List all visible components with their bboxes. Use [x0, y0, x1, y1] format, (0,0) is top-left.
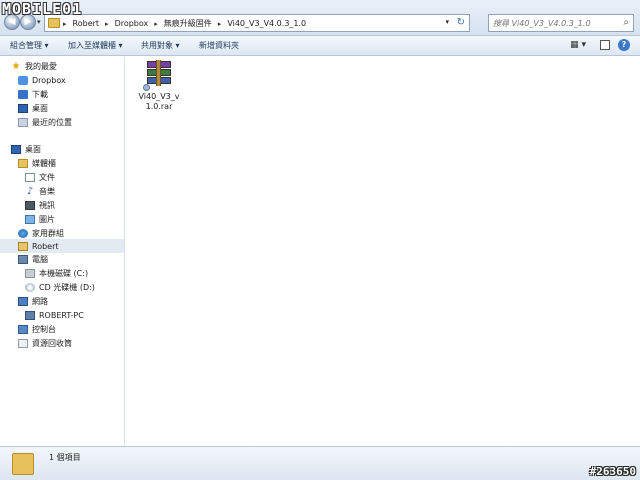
sidebar-item-music[interactable]: ♪ 音樂 — [25, 185, 55, 198]
breadcrumb-separator[interactable]: ▸ — [105, 20, 109, 28]
video-icon — [25, 201, 35, 210]
file-list-area[interactable]: Vi40_V3_v1.0.rar — [126, 57, 640, 446]
item-count: 1 個項目 — [49, 453, 81, 462]
sync-status-icon — [143, 84, 150, 91]
file-item[interactable]: Vi40_V3_v1.0.rar — [136, 60, 182, 116]
sidebar-item-documents[interactable]: 文件 — [25, 171, 55, 184]
document-icon — [25, 173, 35, 182]
sidebar-item-network[interactable]: 網路 — [18, 295, 48, 308]
control-panel-icon — [18, 325, 28, 334]
sidebar-item-label: Dropbox — [32, 76, 66, 85]
sidebar-item-label: 圖片 — [39, 215, 55, 224]
download-icon — [18, 90, 28, 99]
computer-icon — [18, 255, 28, 264]
breadcrumb-separator[interactable]: ▸ — [218, 20, 222, 28]
network-icon — [18, 297, 28, 306]
sidebar-item-robert-pc[interactable]: ROBERT-PC — [25, 309, 84, 322]
sidebar-item-label: 資源回收筒 — [32, 339, 72, 348]
homegroup-icon — [18, 229, 28, 238]
sidebar-item-label: ROBERT-PC — [39, 311, 84, 320]
help-icon[interactable]: ? — [618, 39, 630, 51]
folder-icon — [12, 453, 34, 475]
sidebar-item-recycle-bin[interactable]: 資源回收筒 — [18, 337, 72, 350]
sidebar-item-favorites[interactable]: ★ 我的最愛 — [11, 60, 57, 73]
drive-icon — [25, 269, 35, 278]
sidebar-item-downloads[interactable]: 下載 — [18, 88, 48, 101]
organize-button[interactable]: 組合管理 ▾ — [10, 40, 49, 51]
change-view-icon[interactable]: ▦ ▾ — [570, 40, 586, 50]
recycle-bin-icon — [18, 339, 28, 348]
winrar-archive-icon — [143, 60, 172, 91]
library-icon — [18, 159, 28, 168]
recent-pages-dropdown[interactable]: ▾ — [37, 18, 41, 26]
sidebar-item-desktop[interactable]: 桌面 — [18, 102, 48, 115]
sidebar-item-label: 下載 — [32, 90, 48, 99]
sidebar-item-label: 家用群組 — [32, 229, 64, 238]
new-folder-button[interactable]: 新增資料夾 — [199, 40, 239, 51]
recent-places-icon — [18, 118, 28, 127]
sidebar-item-label: 電腦 — [32, 255, 48, 264]
sidebar-item-label: 網路 — [32, 297, 48, 306]
sidebar-item-local-disk-c[interactable]: 本機磁碟 (C:) — [25, 267, 88, 280]
address-box[interactable]: ▸ Robert ▸ Dropbox ▸ 無痕升級固件 ▸ Vi40_V3_V4… — [44, 14, 470, 32]
dropbox-icon — [18, 76, 28, 85]
sidebar-item-label: 桌面 — [25, 145, 41, 154]
sidebar-item-robert[interactable]: Robert — [0, 239, 124, 253]
sidebar-item-label: 文件 — [39, 173, 55, 182]
desktop-icon — [11, 145, 21, 154]
address-dropdown-icon[interactable]: ▾ — [445, 18, 449, 26]
watermark-id: #263650 — [589, 465, 636, 478]
file-name: Vi40_V3_v1.0.rar — [138, 92, 180, 111]
sidebar-item-label: 本機磁碟 (C:) — [39, 269, 89, 278]
sidebar-item-videos[interactable]: 視訊 — [25, 199, 55, 212]
sidebar-item-label: 控制台 — [32, 325, 56, 334]
sidebar-item-dropbox[interactable]: Dropbox — [18, 74, 66, 87]
refresh-icon[interactable]: ↻ — [457, 17, 465, 28]
preview-pane-icon[interactable] — [600, 40, 610, 50]
sidebar-item-label: 視訊 — [39, 201, 55, 210]
breadcrumb-current[interactable]: Vi40_V3_V4.0.3_1.0 — [227, 19, 306, 28]
breadcrumb-separator[interactable]: ▸ — [154, 20, 158, 28]
cd-drive-icon — [25, 283, 35, 292]
sidebar-item-cd-drive-d[interactable]: CD 光碟機 (D:) — [25, 281, 95, 294]
sidebar-item-recent-places[interactable]: 最近的位置 — [18, 116, 72, 129]
include-in-library-button[interactable]: 加入至媒體櫃 ▾ — [68, 40, 123, 51]
watermark-logo: MOBILE01 — [2, 0, 83, 18]
sidebar-item-label: 音樂 — [39, 187, 55, 196]
breadcrumb-separator: ▸ — [63, 19, 67, 28]
address-bar-area: ◀ ▶ ▾ ▸ Robert ▸ Dropbox ▸ 無痕升級固件 ▸ Vi40… — [0, 0, 640, 36]
navigation-pane: ★ 我的最愛 Dropbox 下載 桌面 最近的位置 桌面 媒體櫃 文件 ♪ 音… — [0, 57, 125, 446]
star-icon: ★ — [11, 61, 21, 72]
sidebar-item-control-panel[interactable]: 控制台 — [18, 323, 56, 336]
details-pane: 1 個項目 #263650 — [0, 446, 640, 480]
sidebar-item-desktop-root[interactable]: 桌面 — [11, 143, 41, 156]
sidebar-item-label: 最近的位置 — [32, 118, 72, 127]
command-toolbar: 組合管理 ▾ 加入至媒體櫃 ▾ 共用對象 ▾ 新增資料夾 ▦ ▾ ? — [0, 36, 640, 56]
breadcrumb: ▸ Robert ▸ Dropbox ▸ 無痕升級固件 ▸ Vi40_V3_V4… — [63, 18, 306, 29]
breadcrumb-firmware[interactable]: 無痕升級固件 — [164, 18, 212, 29]
sidebar-item-pictures[interactable]: 圖片 — [25, 213, 55, 226]
share-with-button[interactable]: 共用對象 ▾ — [141, 40, 180, 51]
user-folder-icon — [18, 241, 28, 251]
sidebar-item-label: Robert — [32, 241, 59, 251]
sidebar-item-label: 桌面 — [32, 104, 48, 113]
pc-icon — [25, 311, 35, 320]
sidebar-item-libraries[interactable]: 媒體櫃 — [18, 157, 56, 170]
desktop-icon — [18, 104, 28, 113]
folder-icon — [48, 18, 60, 28]
search-icon[interactable]: ⌕ — [623, 17, 629, 28]
picture-icon — [25, 215, 35, 224]
sidebar-item-computer[interactable]: 電腦 — [18, 253, 48, 266]
breadcrumb-robert[interactable]: Robert — [73, 19, 100, 28]
search-input[interactable] — [493, 17, 613, 29]
sidebar-item-label: CD 光碟機 (D:) — [39, 283, 95, 292]
breadcrumb-dropbox[interactable]: Dropbox — [115, 19, 149, 28]
search-box[interactable]: ⌕ — [488, 14, 634, 32]
sidebar-item-label: 我的最愛 — [25, 62, 57, 71]
sidebar-item-label: 媒體櫃 — [32, 159, 56, 168]
music-icon: ♪ — [26, 186, 34, 197]
